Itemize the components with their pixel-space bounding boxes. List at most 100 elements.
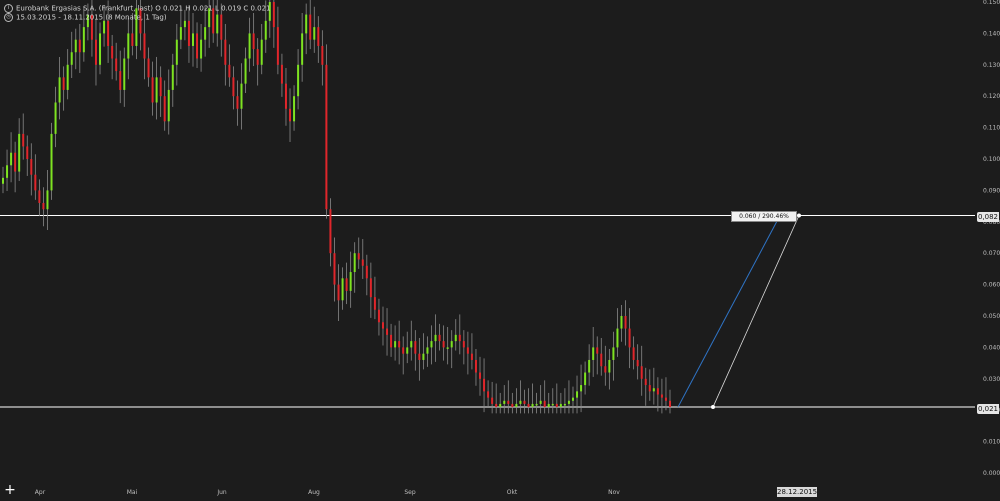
up-candle <box>515 403 518 408</box>
down-candle <box>381 322 384 329</box>
down-candle <box>632 347 635 360</box>
up-candle <box>576 391 579 398</box>
down-candle <box>337 284 340 301</box>
down-candle <box>228 64 231 78</box>
down-candle <box>604 366 607 373</box>
up-candle <box>563 403 566 406</box>
down-candle <box>147 58 150 78</box>
up-candle <box>58 77 61 103</box>
down-candle <box>30 159 33 175</box>
up-candle <box>123 58 126 90</box>
up-candle <box>584 372 587 386</box>
down-candle <box>325 64 328 210</box>
y-tick-label: 0.110 <box>983 125 1000 132</box>
range-header: ◷ 15.03.2015 - 18.11.2015 (8 Monate, 1 Ta… <box>4 13 167 22</box>
up-candle <box>422 353 425 360</box>
down-candle <box>14 152 17 172</box>
down-candle <box>329 209 332 254</box>
down-candle <box>390 334 393 348</box>
down-candle <box>418 353 421 360</box>
up-candle <box>571 397 574 401</box>
down-candle <box>256 49 259 65</box>
down-candle <box>119 71 122 90</box>
x-tick-label: Okt <box>507 489 518 496</box>
up-candle <box>454 334 457 342</box>
trend-line <box>677 215 781 408</box>
upper-level-badge: 0,082 <box>977 212 999 222</box>
down-candle <box>402 347 405 354</box>
down-candle <box>644 378 647 386</box>
price-chart[interactable]: 0.1500.1400.1300.1200.1100.1000.0900.080… <box>0 0 1000 501</box>
down-candle <box>111 45 114 59</box>
clock-icon[interactable]: ◷ <box>4 13 13 22</box>
up-candle <box>200 39 203 59</box>
up-candle <box>531 403 534 408</box>
down-candle <box>187 20 190 46</box>
down-candle <box>414 341 417 354</box>
up-candle <box>70 52 73 65</box>
up-candle <box>46 190 49 210</box>
down-candle <box>333 253 336 285</box>
up-candle <box>341 278 344 301</box>
down-candle <box>438 334 441 342</box>
up-candle <box>450 341 453 348</box>
down-candle <box>491 397 494 404</box>
up-candle <box>2 177 4 184</box>
up-candle <box>18 133 21 172</box>
down-candle <box>495 403 498 408</box>
lower-level-badge: 0,021 <box>977 404 999 414</box>
x-tick-label: Apr <box>35 489 46 496</box>
down-candle <box>511 403 514 408</box>
down-candle <box>369 278 372 298</box>
down-candle <box>78 39 81 53</box>
instrument-header: i Eurobank Ergasias S.A. (Frankfurt, last… <box>4 4 271 13</box>
chart-info-icon[interactable]: i <box>4 4 13 13</box>
x-tick-label: Mai <box>127 489 138 496</box>
up-candle <box>620 316 623 329</box>
plus-icon[interactable]: + <box>4 483 16 497</box>
up-candle <box>503 400 506 404</box>
up-candle <box>519 400 522 404</box>
down-candle <box>656 388 659 395</box>
down-candle <box>151 77 154 103</box>
up-candle <box>248 33 251 59</box>
up-candle <box>264 20 267 40</box>
down-candle <box>42 202 45 210</box>
down-candle <box>487 391 490 398</box>
down-candle <box>276 27 279 65</box>
down-candle <box>163 96 166 122</box>
down-candle <box>470 353 473 360</box>
down-candle <box>466 347 469 354</box>
up-candle <box>313 27 316 40</box>
x-tick-label: Jun <box>216 489 227 496</box>
down-candle <box>280 64 283 84</box>
down-candle <box>345 278 348 291</box>
up-candle <box>567 400 570 404</box>
up-candle <box>167 89 170 122</box>
up-candle <box>616 328 619 348</box>
down-candle <box>373 297 376 310</box>
down-candle <box>660 394 663 398</box>
y-tick-label: 0.130 <box>983 62 1000 69</box>
up-candle <box>410 341 413 348</box>
x-tick-label: Sep <box>404 489 416 496</box>
up-candle <box>127 33 130 59</box>
up-candle <box>305 14 308 34</box>
y-tick-label: 0.050 <box>983 313 1000 320</box>
down-candle <box>272 2 275 28</box>
x-tick-label: Nov <box>608 489 620 496</box>
up-candle <box>216 14 219 34</box>
up-candle <box>175 39 178 65</box>
up-candle <box>204 27 207 40</box>
up-candle <box>179 27 182 40</box>
down-candle <box>34 174 37 191</box>
y-tick-label: 0.040 <box>983 344 1000 351</box>
up-candle <box>430 341 433 348</box>
down-candle <box>252 33 255 50</box>
down-candle <box>479 372 482 379</box>
up-candle <box>426 347 429 354</box>
up-candle <box>297 64 300 97</box>
down-candle <box>143 33 146 59</box>
down-candle <box>289 108 292 122</box>
up-candle <box>394 341 397 348</box>
